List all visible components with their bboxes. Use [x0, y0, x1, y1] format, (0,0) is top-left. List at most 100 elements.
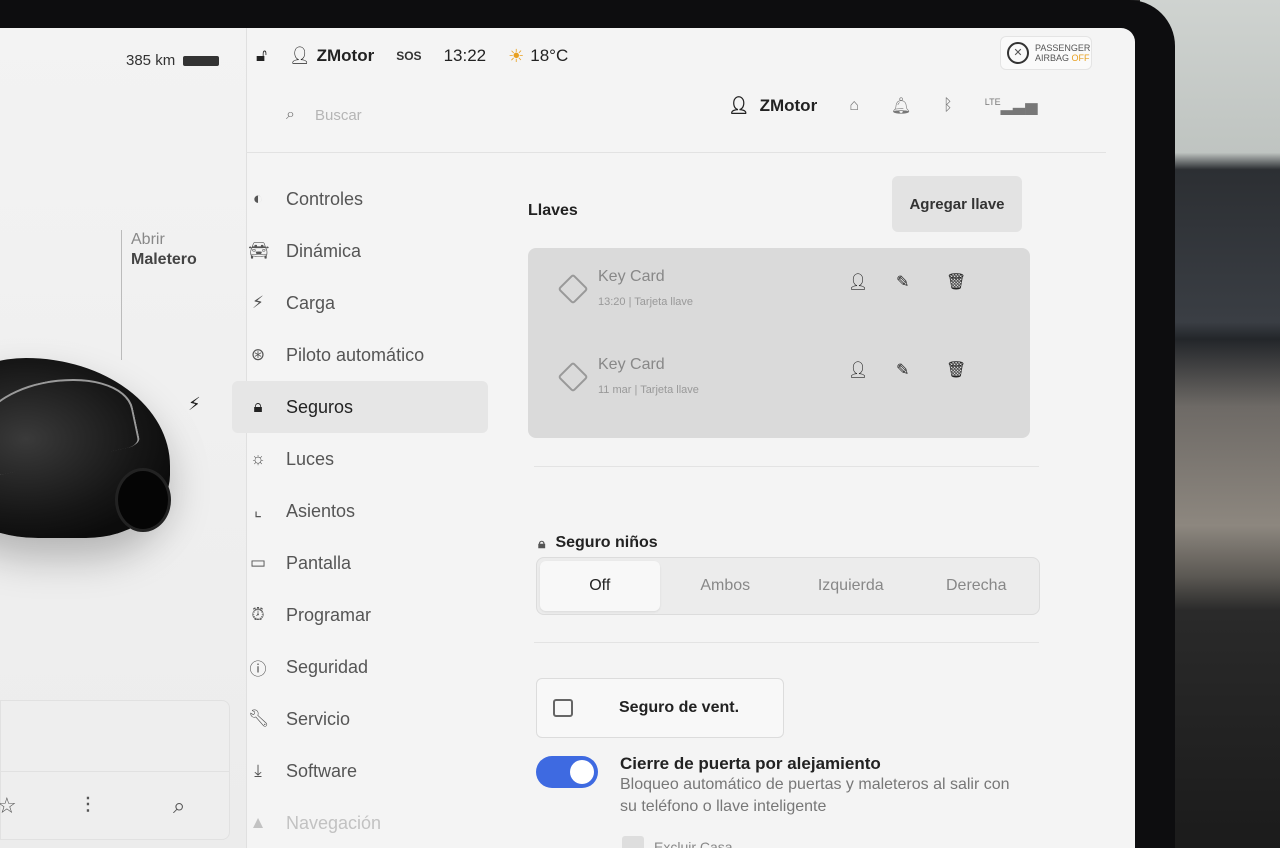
sidebar-item-software[interactable]: ⤓ Software	[232, 745, 488, 797]
sidebar-item-label: Carga	[286, 292, 336, 313]
key-card-icon	[557, 273, 589, 305]
display-icon: ▭	[249, 553, 267, 572]
charge-port-icon[interactable]: ⚡	[188, 394, 201, 415]
window-icon	[553, 699, 573, 717]
unlocked-icon: 🔓︎	[256, 46, 268, 65]
star-icon[interactable]: ☆	[0, 793, 17, 819]
wrench-icon: 🔧︎	[248, 709, 270, 728]
trunk-pointer-line	[121, 230, 122, 360]
child-lock-icon: 🔒︎	[538, 534, 546, 551]
passenger-airbag-indicator: ✕ PASSENGER AIRBAG OFF	[1000, 36, 1092, 70]
cellular-signal-icon: LTE▂▃▅	[984, 97, 1038, 115]
child-lock-title: Seguro niños	[555, 534, 658, 551]
profile-button[interactable]: 👤︎ ZMotor	[728, 96, 817, 116]
clock: 13:22	[443, 46, 487, 65]
sidebar-item-label: Asientos	[286, 500, 356, 521]
search-icon[interactable]: ⌕	[173, 793, 185, 819]
sidebar-item-asientos[interactable]: ⌞ Asientos	[232, 485, 488, 537]
child-lock-option-derecha[interactable]: Derecha	[917, 561, 1037, 611]
key-item[interactable]: Key Card 11 mar | Tarjeta llave 👤︎ ✎ 🗑︎	[528, 336, 1030, 426]
sun-icon: ☼	[250, 449, 266, 468]
key-meta: 13:20 | Tarjeta llave	[598, 296, 693, 308]
battery-icon	[183, 55, 220, 66]
airbag-state: OFF	[1071, 53, 1090, 63]
section-divider	[534, 466, 1039, 467]
equalizer-icon[interactable]: ⫶	[85, 793, 91, 819]
settings-header: ⌕ Buscar 👤︎ ZMotor ⌂ 🔔︎ ᛒ LTE▂▃▅	[246, 80, 1106, 153]
key-meta: 11 mar | Tarjeta llave	[598, 384, 699, 396]
trunk-label-top: Abrir	[131, 231, 165, 248]
key-card-icon	[557, 361, 589, 393]
search-input[interactable]: Buscar	[315, 107, 362, 124]
top-status-bar: 🔓︎ 👤︎ ZMotor SOS 13:22 ☀ 18°C	[256, 42, 590, 70]
edit-key-icon[interactable]: ✎	[896, 360, 909, 380]
child-lock-option-off[interactable]: Off	[540, 561, 660, 611]
walkaway-lock-toggle[interactable]	[536, 756, 598, 788]
exclude-home-checkbox[interactable]	[622, 836, 644, 848]
sidebar-item-label: Controles	[286, 188, 364, 209]
sidebar-item-piloto-automatico[interactable]: ⊛ Piloto automático	[232, 329, 488, 381]
key-driver-profile-icon[interactable]: 👤︎	[848, 360, 868, 380]
network-type: LTE	[984, 97, 1001, 107]
garage-icon[interactable]: ⌂	[849, 97, 859, 115]
delete-key-icon[interactable]: 🗑︎	[946, 360, 966, 380]
weather-sun-icon: ☀	[508, 45, 525, 66]
delete-key-icon[interactable]: 🗑︎	[946, 272, 966, 292]
walkaway-lock-description: Bloqueo automático de puertas y maletero…	[620, 776, 1010, 815]
add-key-button[interactable]: Agregar llave	[892, 176, 1022, 232]
alarm-clock-icon: ⏰︎	[251, 605, 265, 624]
car-view-panel: 385 km Abrir Maletero ⚡ ☆ ⫶ ⌕	[0, 28, 247, 848]
sidebar-item-label: Seguros	[286, 396, 354, 417]
window-lock-button[interactable]: Seguro de vent.	[536, 678, 784, 738]
key-name: Key Card	[598, 268, 665, 285]
edit-key-icon[interactable]: ✎	[896, 272, 909, 292]
sidebar-item-seguros[interactable]: 🔒︎ Seguros	[232, 381, 488, 433]
header-actions: 👤︎ ZMotor ⌂ 🔔︎ ᛒ LTE▂▃▅	[728, 96, 1038, 116]
sidebar-item-label: Software	[286, 760, 358, 781]
weather: ☀ 18°C	[508, 46, 568, 67]
walkaway-lock-title: Cierre de puerta por alejamiento	[620, 754, 881, 773]
sidebar-item-label: Pantalla	[286, 552, 352, 573]
range-text: 385 km	[126, 52, 176, 69]
airbag-line1: PASSENGER	[1035, 43, 1091, 53]
bottom-dock: ☆ ⫶ ⌕	[0, 700, 230, 840]
sidebar-item-label: Piloto automático	[286, 344, 425, 365]
user-icon: 👤︎	[289, 46, 311, 65]
bluetooth-icon[interactable]: ᛒ	[943, 97, 953, 115]
child-lock-selector: Off Ambos Izquierda Derecha	[536, 557, 1040, 615]
sidebar-item-navegacion[interactable]: ▲ Navegación	[232, 797, 488, 848]
sidebar-item-programar[interactable]: ⏰︎ Programar	[232, 589, 488, 641]
sidebar-item-pantalla[interactable]: ▭ Pantalla	[232, 537, 488, 589]
section-divider	[534, 642, 1039, 643]
user-icon: 👤︎	[728, 96, 750, 115]
profile-status[interactable]: 👤︎ ZMotor	[289, 46, 374, 66]
lock-status[interactable]: 🔓︎	[256, 46, 267, 66]
screen-bezel: 385 km Abrir Maletero ⚡ ☆ ⫶ ⌕ 🔓︎ 👤︎ ZMot…	[0, 0, 1175, 848]
settings-search[interactable]: ⌕ Buscar	[286, 106, 362, 124]
sidebar-item-carga[interactable]: ⚡︎ Carga	[232, 277, 488, 329]
bell-icon[interactable]: 🔔︎	[891, 96, 911, 116]
warning-icon: ⓘ	[249, 659, 267, 679]
child-lock-option-ambos[interactable]: Ambos	[666, 561, 786, 611]
sidebar-item-dinamica[interactable]: 🚘︎ Dinámica	[232, 225, 488, 277]
key-driver-profile-icon[interactable]: 👤︎	[848, 272, 868, 292]
car-icon: 🚘︎	[248, 241, 270, 260]
temperature: 18°C	[530, 46, 569, 65]
sidebar-item-seguridad[interactable]: ⓘ Seguridad	[232, 641, 488, 693]
range-indicator: 385 km	[126, 52, 220, 69]
sidebar-item-controles[interactable]: ◐ Controles	[232, 173, 488, 225]
open-trunk-button[interactable]: Abrir Maletero	[131, 230, 197, 270]
sidebar-item-luces[interactable]: ☼ Luces	[232, 433, 488, 485]
exclude-home-label: Excluir Casa	[654, 839, 733, 848]
lock-icon: 🔒︎	[253, 397, 263, 416]
header-user: ZMotor	[759, 96, 818, 115]
window-lock-label: Seguro de vent.	[619, 699, 740, 716]
sidebar-item-servicio[interactable]: 🔧︎ Servicio	[232, 693, 488, 745]
airbag-line2: AIRBAG	[1035, 53, 1070, 63]
sidebar-item-label: Programar	[286, 604, 372, 625]
key-item[interactable]: Key Card 13:20 | Tarjeta llave 👤︎ ✎ 🗑︎	[528, 248, 1030, 338]
child-lock-option-izquierda[interactable]: Izquierda	[791, 561, 911, 611]
car-wheel	[115, 468, 171, 532]
exclude-home-option[interactable]: Excluir Casa	[622, 836, 733, 848]
sos-button[interactable]: SOS	[396, 49, 421, 63]
